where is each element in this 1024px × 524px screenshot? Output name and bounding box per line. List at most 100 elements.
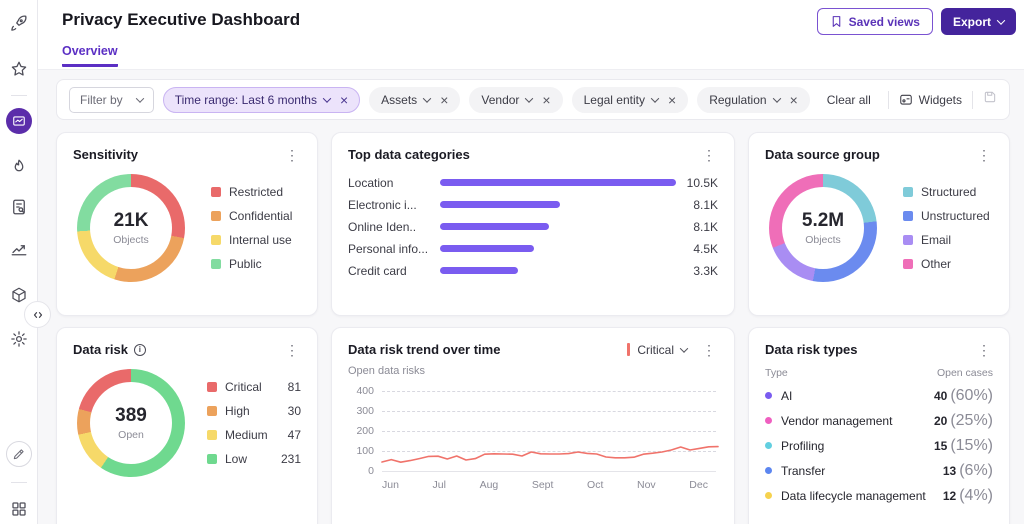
legend-item: Email <box>903 233 990 247</box>
legend-item: High30 <box>207 404 301 418</box>
legend: Critical81 High30 Medium47 Low231 <box>207 380 301 466</box>
legend-label: Internal use <box>229 233 292 247</box>
bar-row: Personal info... 4.5K <box>348 242 718 255</box>
open-cases-pct: (4%) <box>959 487 993 505</box>
sidebar-divider <box>11 95 27 96</box>
series-selector[interactable]: Critical <box>637 343 674 357</box>
chevrons-icon <box>31 308 45 322</box>
export-label: Export <box>953 15 991 29</box>
chevron-down-icon[interactable] <box>680 344 688 352</box>
type-label: AI <box>781 389 792 403</box>
kebab-menu-icon[interactable] <box>283 343 301 357</box>
table-row[interactable]: Vendor management 20(25%) <box>765 408 993 433</box>
column-header-type: Type <box>765 367 788 379</box>
export-button[interactable]: Export <box>941 8 1016 35</box>
rocket-icon[interactable] <box>10 14 28 32</box>
type-label: Data lifecycle management <box>781 489 926 503</box>
kebab-menu-icon[interactable] <box>700 343 718 357</box>
filter-chip-time-range[interactable]: Time range: Last 6 months <box>163 87 360 113</box>
legend-label: Low <box>225 452 247 466</box>
sidebar-divider <box>11 482 27 483</box>
legend-swatch <box>903 259 913 269</box>
flame-icon[interactable] <box>10 158 28 176</box>
bar-row: Online Iden.. 8.1K <box>348 220 718 233</box>
trend-icon[interactable] <box>10 239 28 257</box>
table-row[interactable]: Profiling15(15%) <box>765 433 993 458</box>
line-chart: 400 300 200 100 0 Jun Jul Aug Sept <box>348 387 718 491</box>
table-row[interactable]: Data lifecycle management12(4%) <box>765 483 993 508</box>
open-cases-count: 20 <box>934 414 947 428</box>
donut-center: 5.2M Objects <box>769 174 877 282</box>
table-row[interactable]: Transfer13(6%) <box>765 458 993 483</box>
report-search-icon[interactable] <box>10 198 28 216</box>
dashboard-icon[interactable] <box>6 108 32 134</box>
legend-swatch <box>903 187 913 197</box>
kebab-menu-icon[interactable] <box>700 148 718 162</box>
legend-item: Other <box>903 257 990 271</box>
legend-swatch <box>211 211 221 221</box>
gear-icon[interactable] <box>10 330 28 348</box>
filter-chip-vendor[interactable]: Vendor <box>469 87 562 113</box>
remove-icon[interactable] <box>440 93 448 107</box>
bar-label: Location <box>348 176 440 190</box>
remove-icon[interactable] <box>340 93 348 107</box>
apps-grid-icon[interactable] <box>10 500 28 518</box>
cube-icon[interactable] <box>10 286 28 304</box>
star-icon[interactable] <box>10 60 28 78</box>
saved-views-button[interactable]: Saved views <box>817 8 933 35</box>
legend-label: Other <box>921 257 951 271</box>
table-row[interactable]: AI 40(60%) <box>765 383 993 408</box>
filter-chip-assets[interactable]: Assets <box>369 87 460 113</box>
chevron-down-icon[interactable] <box>772 94 780 102</box>
filter-by-dropdown[interactable]: Filter by <box>69 87 154 113</box>
tab-overview[interactable]: Overview <box>62 44 118 67</box>
remove-icon[interactable] <box>668 93 676 107</box>
chevron-down-icon[interactable] <box>525 94 533 102</box>
save-icon[interactable] <box>983 90 997 109</box>
open-cases-pct: (60%) <box>950 387 993 405</box>
chevron-down-icon[interactable] <box>423 94 431 102</box>
widget-data-risk-trend: Data risk trend over time Critical Open … <box>331 327 735 524</box>
widgets-button[interactable]: Widgets <box>899 93 962 107</box>
bar-fill <box>440 223 549 230</box>
pencil-icon[interactable] <box>6 441 32 467</box>
open-cases-count: 40 <box>934 389 947 403</box>
legend-label: Public <box>229 257 262 271</box>
legend-label: Critical <box>225 380 262 394</box>
widget-title: Data source group <box>765 147 880 162</box>
legend-swatch <box>211 259 221 269</box>
sidebar <box>0 0 38 524</box>
bar-fill <box>440 201 560 208</box>
open-cases-pct: (25%) <box>950 412 993 430</box>
type-dot <box>765 442 772 449</box>
remove-icon[interactable] <box>542 93 550 107</box>
type-label: Vendor management <box>781 414 892 428</box>
legend-label: High <box>225 404 250 418</box>
legend-label: Email <box>921 233 951 247</box>
header-actions: Saved views Export <box>817 8 1016 35</box>
sidebar-collapse-toggle[interactable] <box>24 301 51 328</box>
kebab-menu-icon[interactable] <box>975 343 993 357</box>
kebab-menu-icon[interactable] <box>283 148 301 162</box>
kebab-menu-icon[interactable] <box>975 148 993 162</box>
bar-value: 10.5K <box>676 176 718 190</box>
chevron-down-icon[interactable] <box>651 94 659 102</box>
page-title: Privacy Executive Dashboard <box>62 10 300 30</box>
open-cases-pct: (6%) <box>959 462 993 480</box>
sensitivity-donut-chart: 21K Objects <box>77 174 185 282</box>
filter-chip-legal-entity[interactable]: Legal entity <box>572 87 689 113</box>
clear-all-button[interactable]: Clear all <box>827 93 871 107</box>
legend-item: Internal use <box>211 233 292 247</box>
open-cases-count: 13 <box>943 464 956 478</box>
info-icon[interactable] <box>134 344 146 356</box>
y-tick: 200 <box>348 425 374 437</box>
legend-swatch <box>211 187 221 197</box>
type-dot <box>765 417 772 424</box>
remove-icon[interactable] <box>790 93 798 107</box>
filter-chip-regulation[interactable]: Regulation <box>697 87 810 113</box>
privacy-executive-dashboard: Privacy Executive Dashboard Saved views … <box>0 0 1024 524</box>
open-cases-pct: (15%) <box>950 437 993 455</box>
bar-value: 4.5K <box>676 242 718 256</box>
legend-item: Critical81 <box>207 380 301 394</box>
chevron-down-icon[interactable] <box>323 94 331 102</box>
